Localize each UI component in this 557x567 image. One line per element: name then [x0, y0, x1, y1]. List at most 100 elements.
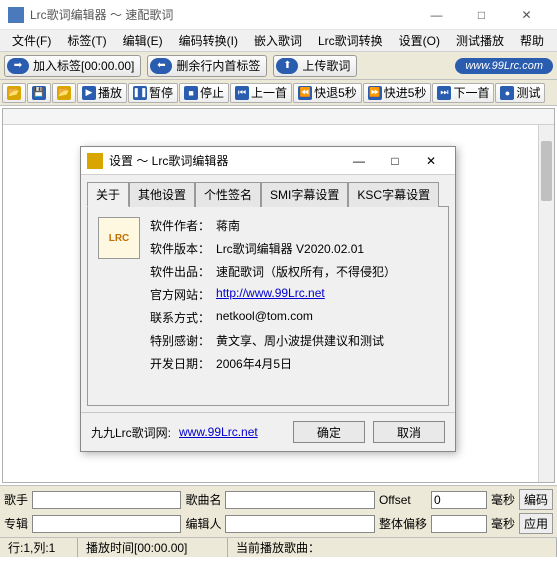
add-tag-label: 加入标签[00:00.00]: [33, 57, 134, 74]
dialog-minimize-button[interactable]: —: [341, 149, 377, 173]
menu-item-6[interactable]: 设置(O): [391, 30, 448, 51]
toolbar-icon: ❚❚: [133, 86, 147, 100]
play-time: 播放时间[00:00.00]: [78, 538, 228, 557]
scroll-thumb[interactable]: [541, 141, 552, 201]
apply-offset-button[interactable]: 应用: [519, 513, 553, 534]
toolbar-button-快退5秒[interactable]: ⏪快退5秒: [293, 83, 362, 103]
about-row: 联系方式：netkool@tom.com: [150, 309, 396, 326]
toolbar-icon: ●: [500, 86, 514, 100]
toolbar-button-上一首[interactable]: ⏮上一首: [230, 83, 292, 103]
global-offset-unit: 毫秒: [491, 515, 515, 532]
about-key: 软件出品：: [150, 263, 210, 280]
menu-item-0[interactable]: 文件(F): [4, 30, 59, 51]
vertical-scrollbar[interactable]: [538, 125, 554, 482]
menu-item-1[interactable]: 标签(T): [59, 30, 114, 51]
about-row: 软件版本：Lrc歌词编辑器 V2020.02.01: [150, 240, 396, 257]
album-label: 专辑: [4, 515, 28, 532]
about-link[interactable]: http://www.99Lrc.net: [216, 286, 325, 303]
toolbar-secondary: 📂💾📂▶播放❚❚暂停■停止⏮上一首⏪快退5秒⏩快进5秒⏭下一首●测试: [0, 80, 557, 106]
dialog-maximize-button[interactable]: □: [377, 149, 413, 173]
tab-2[interactable]: 个性签名: [195, 182, 261, 207]
about-value: 蒋南: [216, 217, 240, 234]
close-button[interactable]: ✕: [504, 0, 549, 30]
offset-label: Offset: [379, 493, 427, 507]
encoding-button[interactable]: 编码: [519, 489, 553, 510]
toolbar-button-label: 停止: [200, 84, 224, 101]
singer-input[interactable]: [32, 491, 181, 509]
bottom-link[interactable]: www.99Lrc.net: [179, 425, 258, 439]
offset-input[interactable]: [431, 491, 487, 509]
about-row: 软件作者： 蒋南: [150, 217, 396, 234]
dialog-tabs: 关于其他设置个性签名SMI字幕设置KSC字幕设置: [81, 175, 455, 206]
lrc-file-icon: LRC: [98, 217, 140, 259]
upload-lyrics-button[interactable]: ⬆ 上传歌词: [273, 55, 357, 77]
menu-item-3[interactable]: 编码转换(I): [171, 30, 246, 51]
app-icon: [8, 7, 24, 23]
toolbar-button-label: 上一首: [251, 84, 287, 101]
about-key: 联系方式：: [150, 309, 210, 326]
editor-ruler: [3, 109, 554, 125]
global-offset-label: 整体偏移: [379, 515, 427, 532]
toolbar-icon: ▶: [82, 86, 96, 100]
menu-item-2[interactable]: 编辑(E): [115, 30, 171, 51]
arrow-left-icon: ⬅: [150, 58, 172, 74]
cursor-position: 行:1,列:1: [0, 538, 78, 557]
toolbar-button-label: 快退5秒: [314, 84, 357, 101]
delete-first-tag-button[interactable]: ⬅ 删余行内首标签: [147, 55, 267, 77]
toolbar-button-label: 播放: [98, 84, 122, 101]
toolbar-icon: 📂: [7, 86, 21, 100]
cancel-button[interactable]: 取消: [373, 421, 445, 443]
about-key: 特别感谢：: [150, 332, 210, 349]
tab-4[interactable]: KSC字幕设置: [348, 182, 439, 207]
about-key: 开发日期：: [150, 355, 210, 372]
toolbar-button-播放[interactable]: ▶播放: [77, 83, 127, 103]
toolbar-button-1[interactable]: 💾: [27, 83, 51, 103]
upload-lyrics-label: 上传歌词: [302, 57, 350, 74]
menu-item-8[interactable]: 帮助: [512, 30, 552, 51]
toolbar-button-暂停[interactable]: ❚❚暂停: [128, 83, 178, 103]
toolbar-button-0[interactable]: 📂: [2, 83, 26, 103]
about-row: 官方网站： http://www.99Lrc.net: [150, 286, 396, 303]
editor-person-input[interactable]: [225, 515, 374, 533]
menu-item-4[interactable]: 嵌入歌词: [246, 30, 310, 51]
ok-button[interactable]: 确定: [293, 421, 365, 443]
toolbar-button-下一首[interactable]: ⏭下一首: [432, 83, 494, 103]
toolbar-button-测试[interactable]: ●测试: [495, 83, 545, 103]
menu-bar: 文件(F)标签(T)编辑(E)编码转换(I)嵌入歌词Lrc歌词转换设置(O)测试…: [0, 30, 557, 52]
metadata-fields: 歌手 歌曲名 Offset 毫秒 编码 专辑 编辑人 整体偏移 毫秒 应用: [0, 485, 557, 537]
toolbar-icon: 💾: [32, 86, 46, 100]
toolbar-icon: ⏮: [235, 86, 249, 100]
album-input[interactable]: [32, 515, 181, 533]
about-key: 官方网站：: [150, 286, 210, 303]
add-tag-button[interactable]: ➡ 加入标签[00:00.00]: [4, 55, 141, 77]
toolbar-button-label: 测试: [516, 84, 540, 101]
menu-item-5[interactable]: Lrc歌词转换: [310, 30, 391, 51]
global-offset-input[interactable]: [431, 515, 487, 533]
toolbar-button-label: 下一首: [453, 84, 489, 101]
maximize-button[interactable]: □: [459, 0, 504, 30]
website-logo-button[interactable]: www.99Lrc.com: [455, 58, 553, 74]
window-buttons: — □ ✕: [414, 0, 549, 30]
about-key: 软件作者：: [150, 217, 210, 234]
singer-label: 歌手: [4, 491, 28, 508]
tab-0[interactable]: 关于: [87, 182, 129, 207]
bottom-link-label: 九九Lrc歌词网:: [91, 424, 171, 441]
tab-1[interactable]: 其他设置: [129, 182, 195, 207]
settings-dialog: 设置 ～ Lrc歌词编辑器 — □ ✕ 关于其他设置个性签名SMI字幕设置KSC…: [80, 146, 456, 452]
about-value: 速配歌词（版权所有，不得侵犯）: [216, 263, 396, 280]
dialog-close-button[interactable]: ✕: [413, 149, 449, 173]
tab-3[interactable]: SMI字幕设置: [261, 182, 348, 207]
minimize-button[interactable]: —: [414, 0, 459, 30]
toolbar-button-快进5秒[interactable]: ⏩快进5秒: [363, 83, 432, 103]
toolbar-button-label: 暂停: [149, 84, 173, 101]
about-value: 2006年4月5日: [216, 355, 292, 372]
about-row: 开发日期： 2006年4月5日: [150, 355, 396, 372]
main-titlebar: Lrc歌词编辑器 ～ 速配歌词 — □ ✕: [0, 0, 557, 30]
menu-item-7[interactable]: 测试播放: [448, 30, 512, 51]
toolbar-button-2[interactable]: 📂: [52, 83, 76, 103]
song-input[interactable]: [225, 491, 374, 509]
dialog-icon: [87, 153, 103, 169]
toolbar-primary: ➡ 加入标签[00:00.00] ⬅ 删余行内首标签 ⬆ 上传歌词 www.99…: [0, 52, 557, 80]
toolbar-button-停止[interactable]: ■停止: [179, 83, 229, 103]
toolbar-icon: ■: [184, 86, 198, 100]
